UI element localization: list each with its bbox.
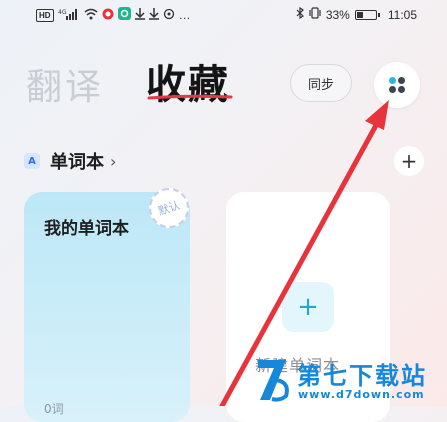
download-icon-2 <box>148 7 159 23</box>
my-wordbook-card[interactable]: 我的单词本 默认 0词 <box>24 182 195 422</box>
wordbook-section-header[interactable]: A 单词本 › <box>24 148 116 174</box>
battery-percent: 33% <box>325 7 350 22</box>
four-dots-menu-button[interactable] <box>374 62 420 108</box>
status-icons-right: 33% 11:05 <box>296 6 417 22</box>
active-tab-underline <box>147 94 233 100</box>
signal-icon: 4G <box>58 8 80 23</box>
status-icons-left: HD 4G … <box>36 7 191 23</box>
download-icon <box>134 7 145 23</box>
tab-translate[interactable]: 翻译 <box>26 58 104 110</box>
sync-button[interactable]: 同步 <box>290 64 352 102</box>
word-count: 0词 <box>44 402 64 416</box>
wordbook-badge-icon: A <box>24 153 40 169</box>
settings-gear-icon <box>163 8 175 23</box>
bluetooth-icon <box>296 6 304 22</box>
card-title: 我的单词本 <box>44 219 129 239</box>
add-wordbook-icon[interactable]: + <box>394 146 424 176</box>
svg-text:4G: 4G <box>58 9 67 16</box>
chevron-right-icon: › <box>110 151 117 171</box>
more-dots-icon: … <box>178 8 191 22</box>
app-notification-icon <box>102 8 114 23</box>
watermark-url: www.d7down.com <box>298 388 425 401</box>
status-bar: HD 4G … 33% 11:05 <box>0 0 447 30</box>
section-title: 单词本 <box>50 152 104 173</box>
app-badge-icon <box>117 7 131 23</box>
hd-badge: HD <box>36 8 54 22</box>
wifi-icon <box>84 8 98 23</box>
default-stamp-badge: 默认 <box>143 182 195 234</box>
clock-time: 11:05 <box>387 7 417 22</box>
vibrate-icon <box>309 7 321 22</box>
plus-icon: + <box>282 282 334 332</box>
battery-icon <box>354 9 380 20</box>
watermark-site-name: 第七下载站 <box>297 362 427 390</box>
watermark-logo-icon <box>258 360 289 402</box>
